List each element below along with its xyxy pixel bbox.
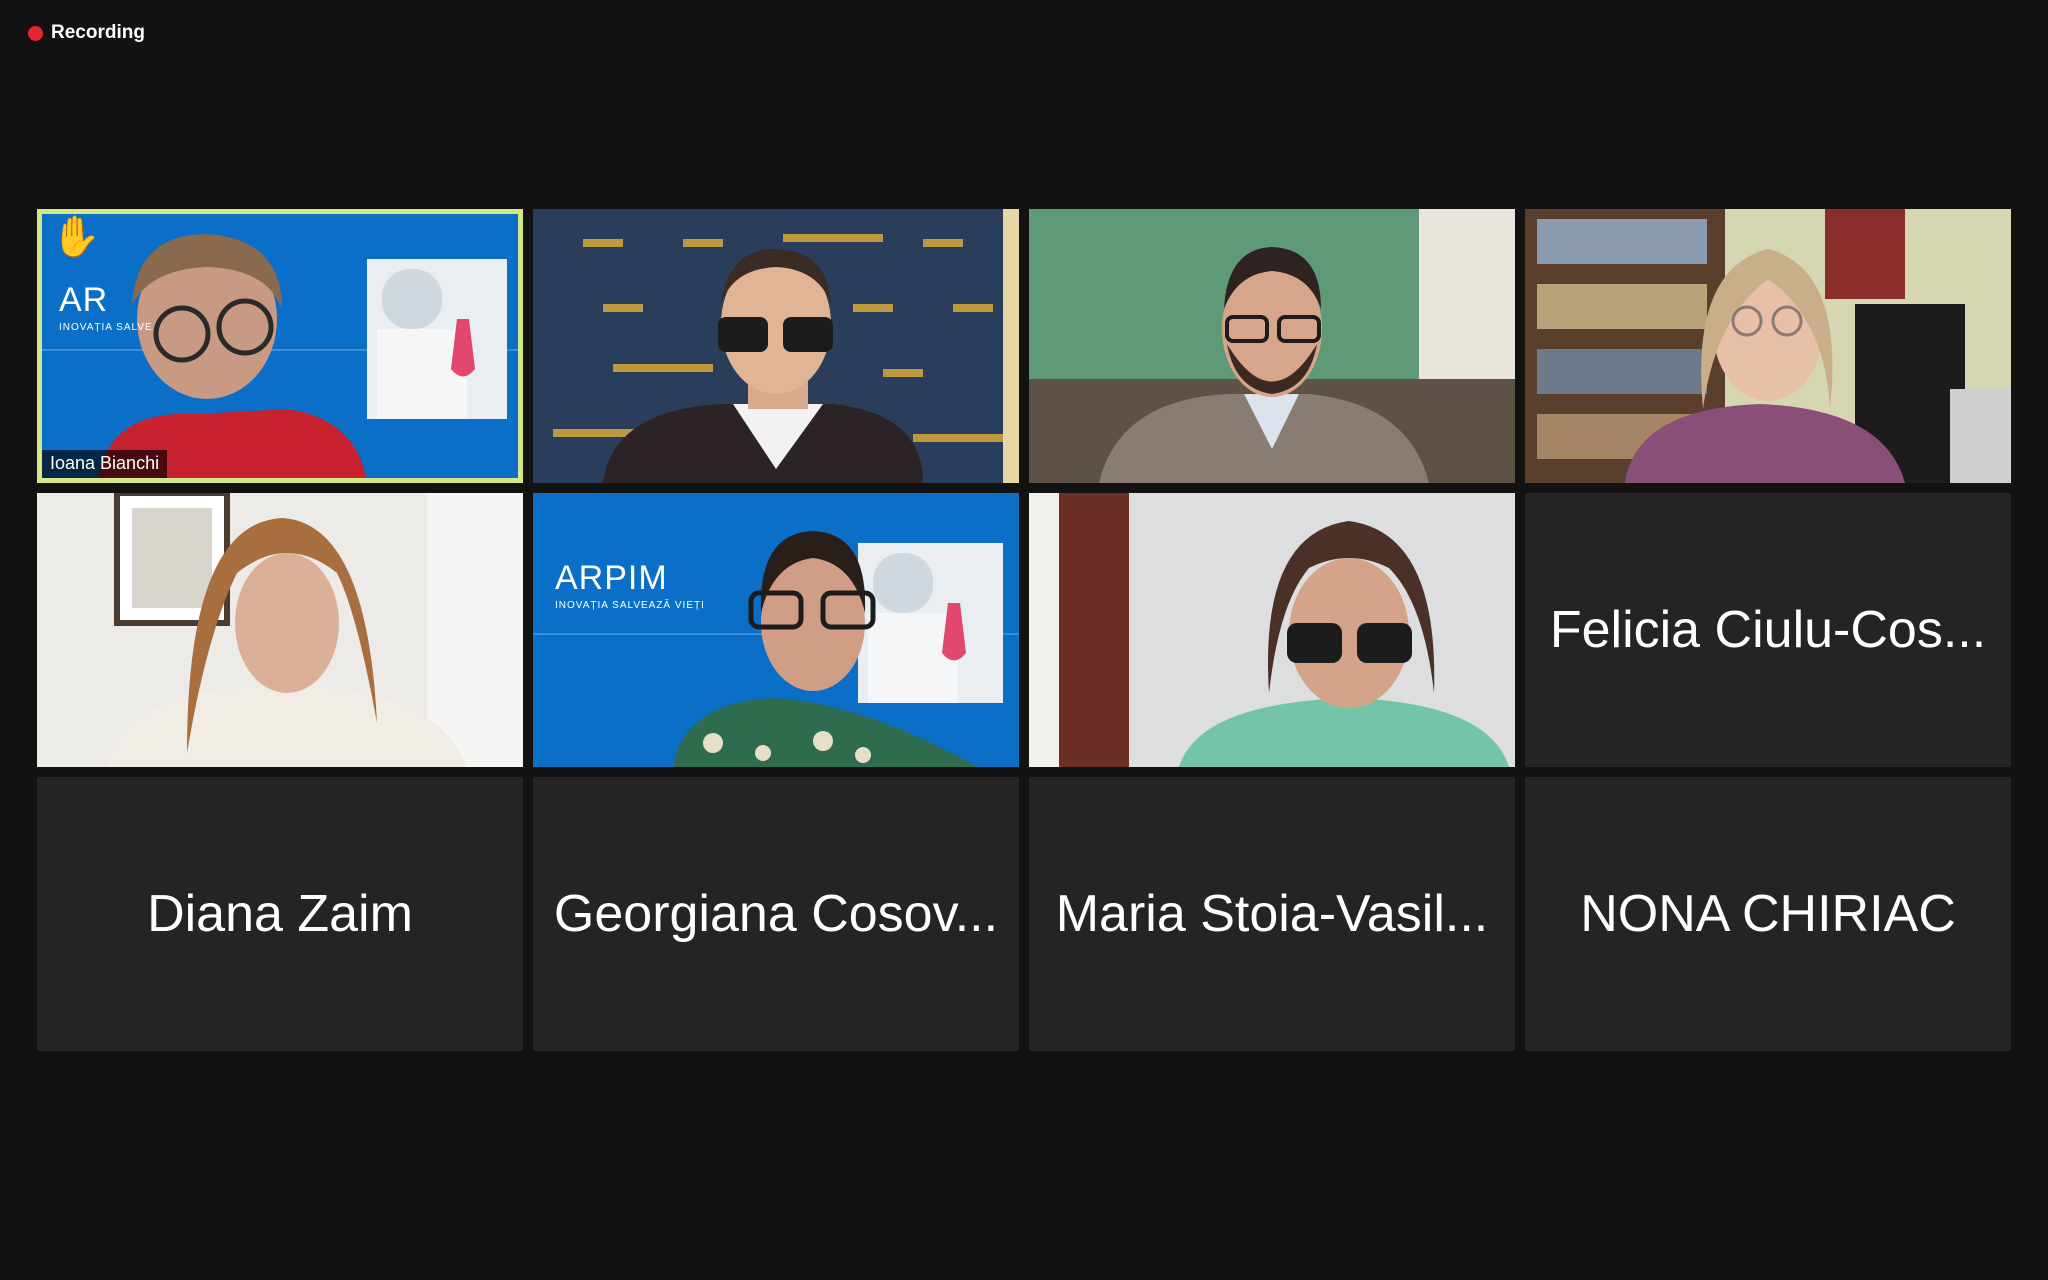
participant-video: [1029, 493, 1515, 767]
participant-video: [1029, 209, 1515, 483]
participant-name: NONA CHIRIAC: [1580, 885, 1956, 943]
participant-video: [37, 493, 523, 767]
participant-name-label: Ioana Bianchi: [42, 450, 168, 478]
participant-tile-7[interactable]: [1029, 493, 1515, 767]
participant-name: Maria Stoia-Vasil...: [1055, 885, 1489, 943]
participant-tile-diana-zaim[interactable]: Diana Zaim: [37, 777, 523, 1051]
participant-tile-maria[interactable]: Maria Stoia-Vasil...: [1029, 777, 1515, 1051]
recording-dot-icon: [28, 25, 43, 41]
participant-video: [533, 493, 1019, 767]
participant-name: Felicia Ciulu-Cos...: [1549, 601, 1987, 659]
raised-hand-icon: ✋: [51, 215, 101, 259]
participant-tile-georgiana[interactable]: Georgiana Cosov...: [533, 777, 1019, 1051]
participant-video: [37, 209, 523, 483]
participant-name: Georgiana Cosov...: [553, 885, 999, 943]
participant-video: [533, 209, 1019, 483]
participant-tile-4[interactable]: [1525, 209, 2011, 483]
participant-video: [1525, 209, 2011, 483]
meeting-window: Recording AR INOVAȚIA SALVE ✋ Ioana Bian…: [0, 0, 2048, 1280]
participant-tile-5[interactable]: [37, 493, 523, 767]
participant-tile-nona-chiriac[interactable]: NONA CHIRIAC: [1525, 777, 2011, 1051]
arpim-logo: ARPIM INOVAȚIA SALVEAZĂ VIEȚI: [555, 559, 705, 611]
recording-indicator: Recording: [28, 22, 145, 44]
recording-label: Recording: [51, 22, 145, 43]
arpim-logo: AR INOVAȚIA SALVE: [59, 281, 153, 333]
participant-name: Diana Zaim: [147, 885, 413, 943]
participant-tile-ioana-bianchi[interactable]: AR INOVAȚIA SALVE ✋ Ioana Bianchi: [37, 209, 523, 483]
participant-tile-felicia[interactable]: Felicia Ciulu-Cos...: [1525, 493, 2011, 767]
participant-tile-2[interactable]: [533, 209, 1019, 483]
participant-tile-3[interactable]: [1029, 209, 1515, 483]
gallery-grid: AR INOVAȚIA SALVE ✋ Ioana Bianchi ARPIM …: [37, 209, 2011, 1051]
participant-tile-6[interactable]: ARPIM INOVAȚIA SALVEAZĂ VIEȚI: [533, 493, 1019, 767]
